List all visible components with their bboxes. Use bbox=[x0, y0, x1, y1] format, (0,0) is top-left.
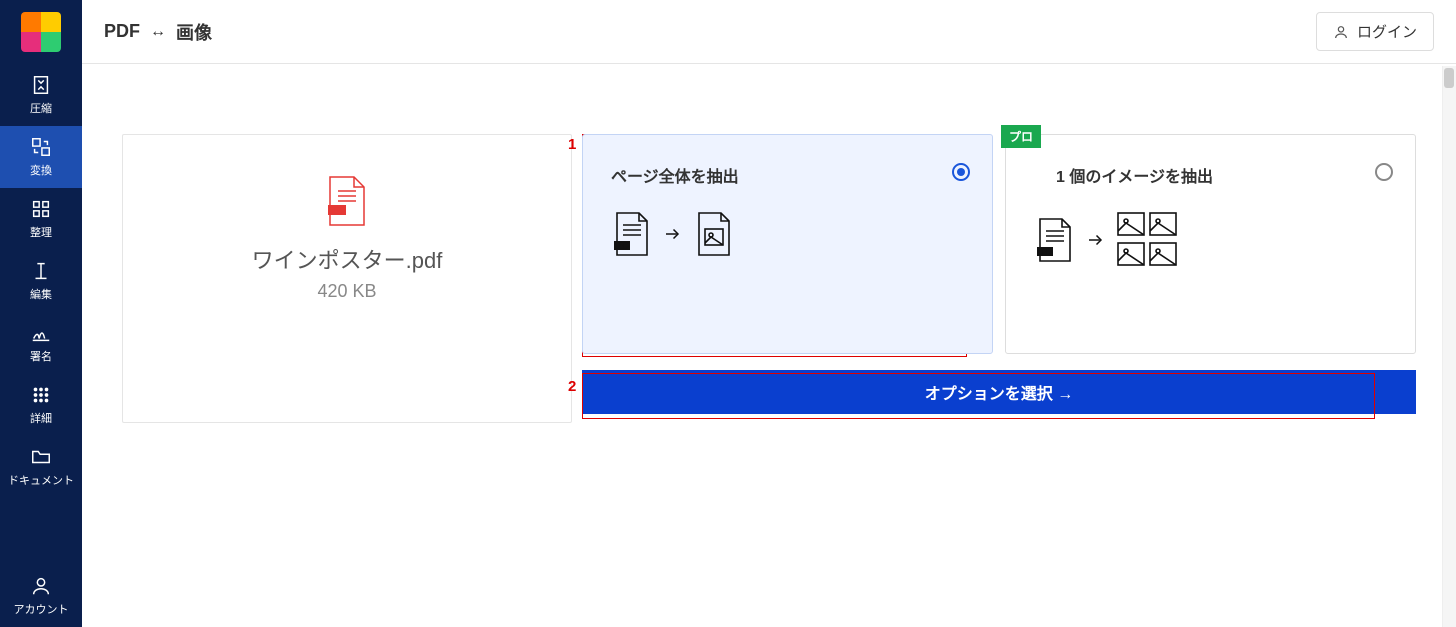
option-illustration: PDF bbox=[611, 211, 964, 257]
nav-label: 整理 bbox=[30, 224, 52, 240]
header-bar: PDF ↔ 画像 ログイン bbox=[82, 0, 1456, 64]
pro-badge: プロ bbox=[1001, 125, 1041, 148]
option-extract-images[interactable]: プロ 1 個のイメージを抽出 PDF bbox=[1005, 134, 1416, 354]
file-card: PDF ワインポスター.pdf 420 KB bbox=[122, 134, 572, 423]
login-label: ログイン bbox=[1357, 21, 1417, 42]
pdf-doc-icon: PDF bbox=[611, 211, 651, 257]
user-icon bbox=[1333, 24, 1349, 40]
nav-label: 署名 bbox=[30, 348, 52, 364]
app-root: 圧縮 変換 整理 編集 署名 詳細 ドキュメント アカウント bbox=[0, 0, 1456, 627]
sign-icon bbox=[30, 322, 52, 344]
content-area: PDF ワインポスター.pdf 420 KB 1 2 ページ全体を抽出 bbox=[82, 64, 1456, 627]
nav-label: 変換 bbox=[30, 162, 52, 178]
nav-label: ドキュメント bbox=[8, 472, 74, 488]
edit-icon bbox=[30, 260, 52, 282]
file-name: ワインポスター.pdf bbox=[252, 243, 443, 275]
radio-selected-icon[interactable] bbox=[952, 163, 970, 181]
folder-icon bbox=[30, 446, 52, 468]
action-label: オプションを選択 → bbox=[925, 380, 1073, 404]
pdf-file-icon: PDF bbox=[326, 175, 368, 227]
scrollbar-thumb[interactable] bbox=[1444, 68, 1454, 88]
compress-icon bbox=[30, 74, 52, 96]
organize-icon bbox=[30, 198, 52, 220]
page-title: PDF ↔ 画像 bbox=[104, 19, 212, 45]
sidebar-item-account[interactable]: アカウント bbox=[0, 565, 82, 627]
options-panel: 1 2 ページ全体を抽出 PDF bbox=[582, 134, 1416, 423]
sidebar-item-more[interactable]: 詳細 bbox=[0, 374, 82, 436]
option-illustration: PDF bbox=[1034, 211, 1387, 269]
image-doc-icon bbox=[693, 211, 733, 257]
svg-text:PDF: PDF bbox=[1039, 250, 1051, 256]
sidebar-item-sign[interactable]: 署名 bbox=[0, 312, 82, 374]
more-icon bbox=[30, 384, 52, 406]
svg-text:PDF: PDF bbox=[330, 208, 345, 215]
left-sidebar: 圧縮 変換 整理 編集 署名 詳細 ドキュメント アカウント bbox=[0, 0, 82, 627]
nav-label: 詳細 bbox=[30, 410, 52, 426]
logo-icon[interactable] bbox=[21, 12, 61, 52]
radio-unselected-icon[interactable] bbox=[1375, 163, 1393, 181]
svg-text:PDF: PDF bbox=[616, 244, 628, 250]
option-cards-row: ページ全体を抽出 PDF プロ 1 個のイメージを抽出 bbox=[582, 134, 1416, 354]
nav-label: 圧縮 bbox=[30, 100, 52, 116]
swap-icon: ↔ bbox=[150, 23, 166, 41]
sidebar-item-organize[interactable]: 整理 bbox=[0, 188, 82, 250]
work-row: PDF ワインポスター.pdf 420 KB 1 2 ページ全体を抽出 bbox=[82, 64, 1456, 463]
scrollbar[interactable] bbox=[1442, 66, 1456, 627]
arrow-right-icon bbox=[663, 225, 681, 243]
convert-icon bbox=[30, 136, 52, 158]
nav-label: アカウント bbox=[14, 601, 69, 617]
sidebar-item-edit[interactable]: 編集 bbox=[0, 250, 82, 312]
images-grid-icon bbox=[1116, 211, 1180, 269]
select-options-button[interactable]: オプションを選択 → bbox=[582, 370, 1416, 414]
sidebar-item-convert[interactable]: 変換 bbox=[0, 126, 82, 188]
user-icon bbox=[30, 575, 52, 597]
arrow-right-icon bbox=[1086, 231, 1104, 249]
title-right: 画像 bbox=[176, 19, 212, 45]
pdf-doc-icon: PDF bbox=[1034, 217, 1074, 263]
sidebar-item-compress[interactable]: 圧縮 bbox=[0, 64, 82, 126]
file-size: 420 KB bbox=[317, 281, 376, 302]
annotation-2: 2 bbox=[568, 378, 576, 395]
nav-label: 編集 bbox=[30, 286, 52, 302]
annotation-1: 1 bbox=[568, 136, 576, 153]
option-extract-pages[interactable]: ページ全体を抽出 PDF bbox=[582, 134, 993, 354]
title-left: PDF bbox=[104, 21, 140, 42]
sidebar-item-documents[interactable]: ドキュメント bbox=[0, 436, 82, 498]
option-title: ページ全体を抽出 bbox=[611, 163, 964, 187]
main-area: PDF ↔ 画像 ログイン PDF ワインポスター.pdf 420 KB 1 2 bbox=[82, 0, 1456, 627]
login-button[interactable]: ログイン bbox=[1316, 12, 1434, 51]
option-title: 1 個のイメージを抽出 bbox=[1034, 163, 1387, 187]
